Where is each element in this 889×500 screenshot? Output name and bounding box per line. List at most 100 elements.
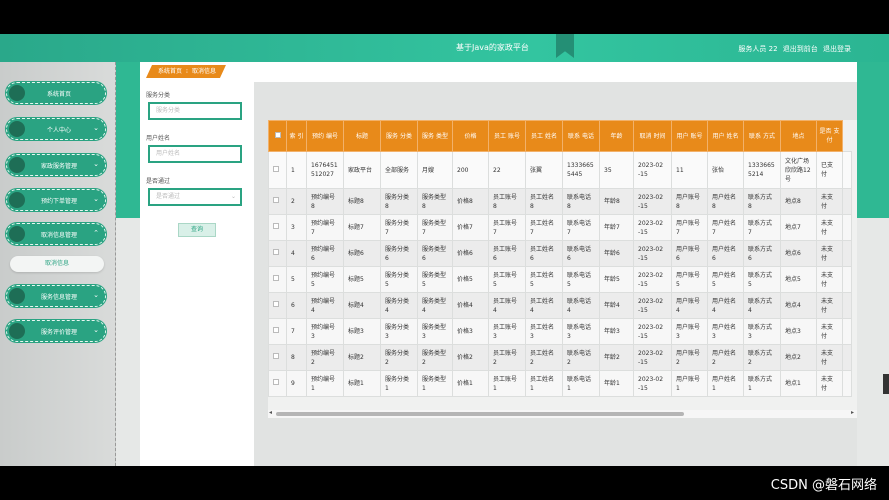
table-cell: 联系方式 5 bbox=[743, 266, 781, 293]
table-cell: 文化广场 欣欣路12 号 bbox=[780, 151, 817, 189]
scrollbar-thumb[interactable] bbox=[276, 412, 684, 416]
table-cell: 联系方式 2 bbox=[743, 344, 781, 371]
table-cell: 用户账号 6 bbox=[671, 240, 708, 267]
row-checkbox[interactable] bbox=[268, 318, 287, 345]
table-cell: 用户账号 3 bbox=[671, 318, 708, 345]
chevron-up-icon: ⌃ bbox=[93, 229, 99, 237]
column-header: 价格 bbox=[452, 120, 489, 152]
table-cell: 价格1 bbox=[452, 370, 489, 397]
table-cell: 未支付 bbox=[816, 188, 843, 215]
table-cell: 2023-02 -15 bbox=[633, 151, 672, 189]
select-all-checkbox[interactable] bbox=[268, 120, 287, 152]
table-cell: 联系电话 6 bbox=[562, 240, 600, 267]
table-row[interactable]: 1 1676451 512027 家政平台 全部服务 月嫂 200 22 张翼 1333665 … bbox=[268, 151, 852, 189]
page-scroll-handle[interactable] bbox=[883, 374, 889, 394]
column-header: 地点 bbox=[780, 120, 817, 152]
sidebar-item-reservations[interactable]: 预约下单管理 ⌄ bbox=[6, 189, 106, 211]
scroll-right-icon[interactable]: ▸ bbox=[851, 409, 854, 416]
table-cell: 员工姓名 6 bbox=[525, 240, 563, 267]
row-checkbox[interactable] bbox=[268, 292, 287, 319]
table-cell: 未支付 bbox=[816, 214, 843, 241]
table-cell: 标题2 bbox=[343, 344, 381, 371]
username-input[interactable]: 用户姓名 bbox=[148, 145, 242, 163]
chevron-down-icon: ⌄ bbox=[230, 193, 236, 200]
table-cell: 员工姓名 2 bbox=[525, 344, 563, 371]
breadcrumb-current: 取消信息 bbox=[191, 68, 216, 75]
table-cell: 服务类型 4 bbox=[417, 292, 453, 319]
table-cell: 价格5 bbox=[452, 266, 489, 293]
service-category-input[interactable]: 服务分类 bbox=[148, 102, 242, 120]
table-cell: 员工账号 4 bbox=[488, 292, 526, 319]
table-cell: 地点7 bbox=[780, 214, 817, 241]
table-row[interactable]: 2 预约编号 8 标题8 服务分类 8 服务类型 8 价格8 员工账号 8 员工姓名 8 联系电… bbox=[268, 188, 852, 215]
table-row[interactable]: 6 预约编号 4 标题4 服务分类 4 服务类型 4 价格4 员工账号 4 员工姓名 4 联系电… bbox=[268, 292, 852, 319]
sidebar-item-service-info[interactable]: 服务信息管理 ⌄ bbox=[6, 285, 106, 307]
row-checkbox[interactable] bbox=[268, 344, 287, 371]
sidebar-subitem-cancel-info[interactable]: 取消信息 bbox=[10, 256, 104, 272]
table-cell: 2023-02 -15 bbox=[633, 240, 672, 267]
table-cell: 5 bbox=[286, 266, 307, 293]
table-cell: 2023-02 -15 bbox=[633, 214, 672, 241]
table-row[interactable]: 5 预约编号 5 标题5 服务分类 5 服务类型 5 价格5 员工账号 5 员工姓名 5 联系电… bbox=[268, 266, 852, 293]
menu-bullet-icon bbox=[9, 323, 25, 339]
row-checkbox[interactable] bbox=[268, 370, 287, 397]
back-to-frontend-link[interactable]: 退出到前台 bbox=[783, 45, 818, 53]
table-cell: 预约编号 8 bbox=[306, 188, 344, 215]
sidebar-item-housekeeping-services[interactable]: 家政服务管理 ⌄ bbox=[6, 154, 106, 176]
checkbox-icon bbox=[273, 165, 279, 172]
table-cell: 用户姓名 8 bbox=[707, 188, 744, 215]
table-cell: 8 bbox=[286, 344, 307, 371]
table-cell: 用户姓名 5 bbox=[707, 266, 744, 293]
sidebar-item-profile[interactable]: 个人中心 ⌄ bbox=[6, 118, 106, 140]
logout-link[interactable]: 退出登录 bbox=[823, 45, 851, 53]
table-cell: 预约编号 1 bbox=[306, 370, 344, 397]
table-cell: 服务分类 7 bbox=[380, 214, 418, 241]
horizontal-scrollbar[interactable]: ◂ ▸ bbox=[268, 409, 857, 418]
table-row[interactable]: 4 预约编号 6 标题6 服务分类 6 服务类型 6 价格6 员工账号 6 员工姓名 6 联系电… bbox=[268, 240, 852, 267]
table-row[interactable]: 7 预约编号 3 标题3 服务分类 3 服务类型 3 价格3 员工账号 3 员工姓名 3 联系电… bbox=[268, 318, 852, 345]
menu-bullet-icon bbox=[9, 226, 25, 242]
query-button[interactable]: 查询 bbox=[178, 223, 216, 237]
scroll-left-icon[interactable]: ◂ bbox=[269, 409, 272, 416]
table-cell: 用户姓名 3 bbox=[707, 318, 744, 345]
approved-select[interactable]: 是否通过 ⌄ bbox=[148, 188, 242, 206]
row-checkbox[interactable] bbox=[268, 214, 287, 241]
table-cell: 价格4 bbox=[452, 292, 489, 319]
table-cell: 年龄2 bbox=[599, 344, 634, 371]
table-cell: 年龄1 bbox=[599, 370, 634, 397]
table-cell: 标题3 bbox=[343, 318, 381, 345]
table-header-row: 索 引 预约 编号 标题 服务 分类 服务 类型 价格 员工 账号 员工 姓名 … bbox=[268, 120, 852, 152]
table-cell: 预约编号 3 bbox=[306, 318, 344, 345]
table-row[interactable]: 8 预约编号 2 标题2 服务分类 2 服务类型 2 价格2 员工账号 2 员工姓名 2 联系电… bbox=[268, 344, 852, 371]
row-checkbox[interactable] bbox=[268, 240, 287, 267]
table-cell: 年龄4 bbox=[599, 292, 634, 319]
table-cell: 预约编号 2 bbox=[306, 344, 344, 371]
table-cell: 用户账号 7 bbox=[671, 214, 708, 241]
chevron-down-icon: ⌄ bbox=[93, 291, 99, 299]
table-cell: 未支付 bbox=[816, 266, 843, 293]
row-checkbox[interactable] bbox=[268, 151, 287, 189]
table-row[interactable]: 9 预约编号 1 标题1 服务分类 1 服务类型 1 价格1 员工账号 1 员工姓名 1 联系电… bbox=[268, 370, 852, 397]
main-content: 系统首页 ⁝ 取消信息 服务分类 服务分类 用户姓名 用户姓名 是否通过 是否通过 … bbox=[140, 62, 857, 466]
breadcrumb-home[interactable]: 系统首页 bbox=[158, 68, 182, 75]
sidebar-item-label: 系统首页 bbox=[46, 91, 71, 98]
sidebar-item-home[interactable]: 系统首页 bbox=[6, 82, 106, 104]
column-header: 联系 方式 bbox=[743, 120, 781, 152]
table-cell: 张翼 bbox=[525, 151, 563, 189]
table-cell: 服务类型 6 bbox=[417, 240, 453, 267]
table-row[interactable]: 3 预约编号 7 标题7 服务分类 7 服务类型 7 价格7 员工账号 7 员工姓名 7 联系电… bbox=[268, 214, 852, 241]
table-cell bbox=[842, 344, 852, 371]
watermark: CSDN @磐石网络 bbox=[770, 478, 877, 493]
sidebar-item-cancellations[interactable]: 取消信息管理 ⌃ bbox=[6, 223, 106, 245]
table-cell: 价格7 bbox=[452, 214, 489, 241]
table-cell: 服务类型 5 bbox=[417, 266, 453, 293]
table-cell bbox=[842, 318, 852, 345]
row-checkbox[interactable] bbox=[268, 188, 287, 215]
table-cell bbox=[842, 240, 852, 267]
sidebar-item-service-reviews[interactable]: 服务评价管理 ⌄ bbox=[6, 320, 106, 342]
table-cell: 标题6 bbox=[343, 240, 381, 267]
table-cell: 服务类型 2 bbox=[417, 344, 453, 371]
checkbox-icon bbox=[273, 249, 279, 255]
row-checkbox[interactable] bbox=[268, 266, 287, 293]
service-category-label: 服务分类 bbox=[146, 92, 171, 99]
